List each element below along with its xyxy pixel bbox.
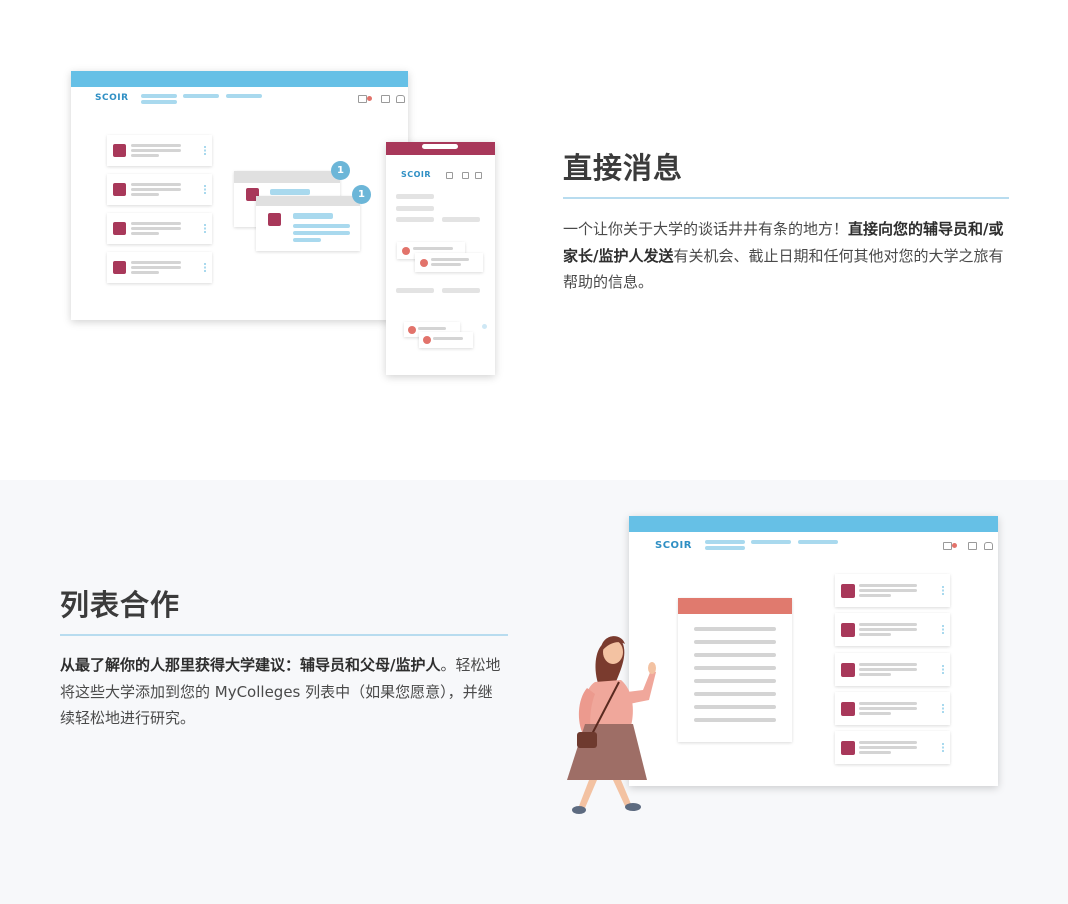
section-title: 列表合作	[60, 588, 181, 622]
message-icon	[968, 542, 977, 550]
scoir-logo: SCOIR	[95, 93, 129, 103]
list-collaboration-section: 列表合作 从最了解你的人那里获得大学建议：辅导员和父母/监护人。轻松地将这些大学…	[0, 480, 1068, 904]
nav-pill	[705, 546, 745, 550]
bell-icon	[475, 172, 482, 179]
nav-pill	[705, 540, 745, 544]
description-emphasis: 从最了解你的人那里获得大学建议：辅导员和父母/监护人	[60, 656, 441, 674]
more-icon	[204, 185, 206, 194]
more-icon	[942, 665, 944, 674]
scoir-logo: SCOIR	[655, 540, 692, 551]
desktop-mockup: SCOIR	[71, 71, 408, 320]
section-description: 从最了解你的人那里获得大学建议：辅导员和父母/监护人。轻松地将这些大学添加到您的…	[60, 652, 506, 732]
list-item	[835, 574, 950, 607]
nav-pill	[141, 100, 177, 104]
nav-pill	[798, 540, 838, 544]
college-list-panel	[678, 598, 792, 742]
list-item	[835, 613, 950, 646]
more-icon	[204, 263, 206, 272]
message-bubble	[415, 253, 483, 272]
bell-icon	[984, 542, 993, 550]
window-top-bar	[71, 71, 408, 87]
notification-dot	[367, 96, 372, 101]
scoir-logo: SCOIR	[401, 170, 432, 179]
message-icon	[462, 172, 469, 179]
window-top-bar	[629, 516, 998, 532]
nav-pill	[226, 94, 262, 98]
person-illustration	[567, 636, 656, 814]
message-bubble	[419, 332, 473, 348]
list-item	[835, 692, 950, 725]
more-icon	[942, 625, 944, 634]
direct-messages-section: SCOIR 1 1 SCOIR 直接消息 一个让你关于大学的谈话井井有条的地方！…	[0, 0, 1068, 480]
nav-pill	[141, 94, 177, 98]
message-icon	[381, 95, 390, 103]
more-icon	[942, 704, 944, 713]
mobile-mockup: SCOIR	[386, 142, 495, 375]
more-icon	[204, 146, 206, 155]
description-text: 一个让你关于大学的谈话井井有条的地方！	[563, 220, 849, 238]
list-item	[107, 174, 212, 205]
college-icon	[943, 542, 952, 550]
notification-dot	[952, 543, 957, 548]
college-icon	[446, 172, 453, 179]
list-item	[107, 252, 212, 283]
title-divider	[60, 634, 508, 636]
unread-badge: 1	[331, 161, 350, 180]
bell-icon	[396, 95, 405, 103]
more-icon	[942, 743, 944, 752]
message-card-front	[256, 196, 360, 251]
list-item	[107, 213, 212, 244]
title-divider	[563, 197, 1009, 199]
more-icon	[942, 586, 944, 595]
more-icon	[204, 224, 206, 233]
list-item	[107, 135, 212, 166]
section-title: 直接消息	[563, 151, 684, 185]
college-icon	[358, 95, 367, 103]
list-item	[835, 653, 950, 686]
section-description: 一个让你关于大学的谈话井井有条的地方！直接向您的辅导员和/或家长/监护人发送有关…	[563, 216, 1009, 296]
nav-pill	[751, 540, 791, 544]
desktop-mockup: SCOIR	[629, 516, 998, 786]
nav-pill	[183, 94, 219, 98]
unread-badge: 1	[352, 185, 371, 204]
list-item	[835, 731, 950, 764]
